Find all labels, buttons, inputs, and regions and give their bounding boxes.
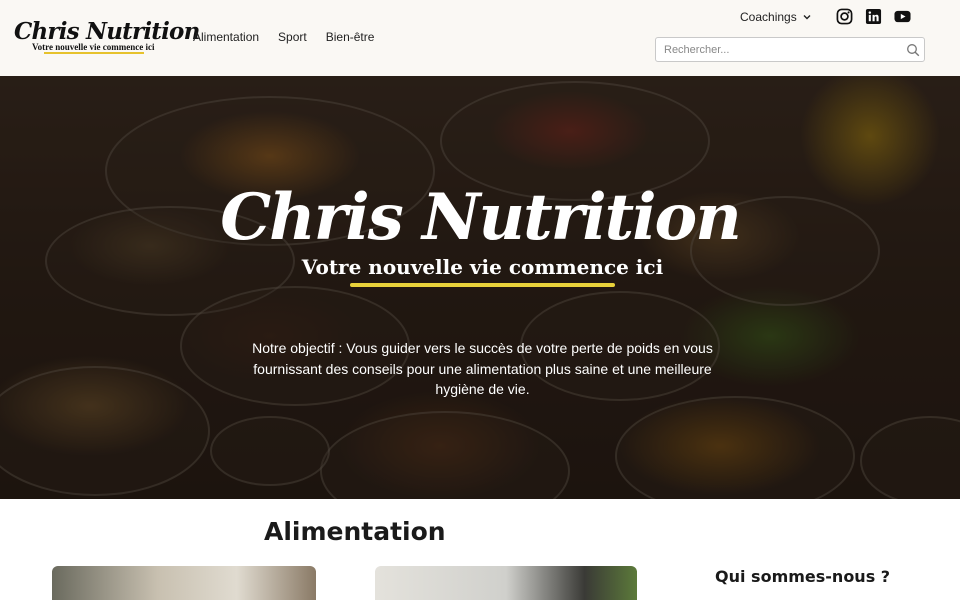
- logo-title: Chris Nutrition: [14, 18, 200, 45]
- search-input[interactable]: [656, 38, 900, 61]
- linkedin-icon[interactable]: [865, 8, 882, 25]
- nav-item-alimentation[interactable]: Alimentation: [193, 30, 259, 44]
- hero-title: Chris Nutrition: [220, 180, 742, 255]
- chevron-down-icon: [803, 15, 811, 20]
- social-links: [836, 8, 911, 25]
- article-card-image[interactable]: [375, 566, 637, 600]
- hero-description: Notre objectif : Vous guider vers le suc…: [252, 340, 713, 397]
- nav-item-sport[interactable]: Sport: [278, 30, 307, 44]
- hero-overlay: [0, 76, 960, 499]
- nav-item-bien-etre[interactable]: Bien-être: [326, 30, 375, 44]
- sidebar-title-about: Qui sommes-nous ?: [715, 567, 891, 586]
- main-nav: Alimentation Sport Bien-être: [193, 30, 393, 44]
- youtube-icon[interactable]: [894, 8, 911, 25]
- logo-underline: [44, 52, 144, 54]
- search-box: [655, 37, 925, 62]
- hero-subtitle: Votre nouvelle vie commence ici: [301, 255, 664, 279]
- site-logo[interactable]: Chris Nutrition Votre nouvelle vie comme…: [14, 18, 200, 56]
- hero-banner: Chris Nutrition Votre nouvelle vie comme…: [0, 76, 960, 499]
- hero-subtitle-underline: [350, 283, 615, 287]
- coachings-dropdown[interactable]: Coachings: [740, 10, 812, 24]
- logo-subtitle: Votre nouvelle vie commence ici: [32, 42, 155, 52]
- search-icon[interactable]: [906, 43, 920, 57]
- instagram-icon[interactable]: [836, 8, 853, 25]
- site-header: Chris Nutrition Votre nouvelle vie comme…: [0, 0, 960, 76]
- section-title-alimentation: Alimentation: [264, 517, 446, 546]
- coachings-label: Coachings: [740, 10, 797, 24]
- article-card-image[interactable]: [52, 566, 316, 600]
